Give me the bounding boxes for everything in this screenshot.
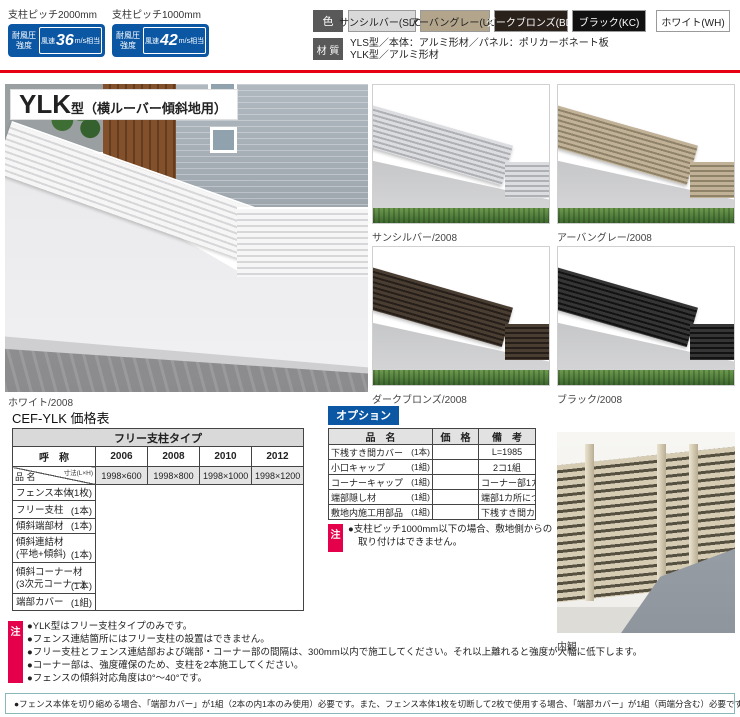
note-line: ●YLK型はフリー支柱タイプのみです。 (27, 620, 642, 633)
code-cell: 2006 (96, 447, 148, 467)
wind-pressure-badge: 耐風圧 強度 風速 42 m/s相当 (112, 24, 209, 57)
options-note: ●支柱ピッチ1000mm以下の場合、敷地側からの 取り付けはできません。 (348, 523, 552, 549)
grass (558, 208, 734, 223)
code-cell: 2008 (148, 447, 200, 467)
strength-label: 耐風圧 強度 (116, 27, 140, 54)
fence-level-section (505, 162, 549, 198)
price-table-title: CEF-YLK 価格表 (12, 408, 110, 427)
price-grid-empty (96, 485, 304, 611)
option-note: 下桟すき間カバー1本につき1組必要 (479, 505, 536, 520)
option-row: コーナーキャップ(1組) コーナー部1カ所につき1組必要 (329, 475, 536, 490)
option-price (433, 505, 479, 520)
item-row: フェンス本体 (1枚) (13, 485, 96, 501)
dim-cell: 1998×600 (96, 467, 148, 485)
material-text: YLS型／本体：アルミ形材／パネル：ポリカーボネート板 YLK型／アルミ形材 (350, 38, 609, 62)
fence-level-section (237, 207, 368, 277)
fence-photo-black (557, 246, 735, 386)
grass (373, 370, 549, 385)
footer-note-text: ●フェンス本体を切り縮める場合、「端部カバー」が1組（2本の内1本のみ使用）必要… (14, 698, 740, 710)
note-line: ●フェンスの傾斜対応角度は0°〜40°です。 (27, 672, 642, 685)
red-divider (0, 70, 740, 73)
option-row: 端部隠し材(1組) 端部1カ所につき1組必要 (329, 490, 536, 505)
color-swatch-sunsilver: サンシルバー(SLC) (348, 10, 416, 32)
item-row: 端部カバー (1組) (13, 594, 96, 611)
fence-post (585, 444, 594, 601)
option-price (433, 445, 479, 460)
product-code: YLK (19, 91, 71, 117)
pitch-label: 支柱ピッチ1000mm (112, 6, 209, 21)
option-row: 下桟すき間カバー(1本) L=1985 (329, 445, 536, 460)
note-marker: 注 (328, 524, 343, 552)
option-note: 端部1カ所につき1組必要 (479, 490, 536, 505)
photo-caption: ホワイト/2008 (8, 394, 73, 409)
grass (373, 208, 549, 223)
option-note: コーナー部1カ所につき1組必要 (479, 475, 536, 490)
call-header-cell: 呼 称 (13, 447, 96, 467)
grass (558, 370, 734, 385)
option-price (433, 475, 479, 490)
options-header-note: 備 考 (479, 429, 536, 445)
wind-speed-box: 風速 42 m/s相当 (143, 27, 206, 54)
options-label: オプション (328, 406, 399, 425)
note-line: ●コーナー部は、強度確保のため、支柱を2本施工してください。 (27, 659, 642, 672)
wind-badge-2000: 支柱ピッチ2000mm 耐風圧 強度 風速 36 m/s相当 (8, 6, 105, 57)
code-cell: 2012 (252, 447, 304, 467)
color-swatch-black: ブラック(KC) (572, 10, 646, 32)
strength-label: 耐風圧 強度 (12, 27, 36, 54)
options-header-name: 品 名 (329, 429, 433, 445)
dim-cell: 1998×1000 (200, 467, 252, 485)
usage-notes: ●YLK型はフリー支柱タイプのみです。 ●フェンス連結箇所にはフリー支柱の設置は… (27, 620, 642, 685)
product-title: YLK 型（横ルーバー傾斜地用） (11, 90, 237, 119)
photo-caption: ダークブロンズ/2008 (372, 391, 467, 406)
color-swatch-darkbronze: ダークブロンズ(BD) (494, 10, 568, 32)
footer-note-box: ●フェンス本体を切り縮める場合、「端部カバー」が1組（2本の内1本のみ使用）必要… (5, 693, 735, 714)
wind-speed-value: 42 (160, 33, 178, 49)
option-note: L=1985 (479, 445, 536, 460)
item-row: 傾斜端部材 (1本) (13, 519, 96, 534)
photo-caption: サンシルバー/2008 (372, 229, 457, 244)
option-note: 2コ1組 (479, 460, 536, 475)
photo-caption: ブラック/2008 (557, 391, 622, 406)
wind-speed-value: 36 (56, 33, 74, 49)
item-row: フリー支柱 (1本) (13, 501, 96, 519)
wind-badge-1000: 支柱ピッチ1000mm 耐風圧 強度 風速 42 m/s相当 (112, 6, 209, 57)
fence-photo-sunsilver (372, 84, 550, 224)
note-line: ●フリー支柱とフェンス連結部および端部・コーナー部の間隔は、300mm以内で施工… (27, 646, 642, 659)
catalog-page: 支柱ピッチ2000mm 耐風圧 強度 風速 36 m/s相当 支柱ピッチ1000… (0, 0, 740, 717)
material-row-label: 材 質 (313, 38, 343, 60)
note-marker: 注 (8, 621, 23, 683)
dim-cell: 1998×800 (148, 467, 200, 485)
options-table: 品 名 価 格 備 考 下桟すき間カバー(1本) L=1985 小口キャップ(1… (328, 428, 536, 520)
options-header-price: 価 格 (433, 429, 479, 445)
note-line: ●フェンス連結箇所にはフリー支柱の設置はできません。 (27, 633, 642, 646)
color-swatch-urbangray: アーバングレー(UC) (420, 10, 490, 32)
name-dim-diagonal-cell: 寸法(L×H) 品 名 (13, 467, 96, 485)
main-fence-photo: YLK 型（横ルーバー傾斜地用） (5, 84, 368, 392)
dim-cell: 1998×1200 (252, 467, 304, 485)
option-row: 小口キャップ(1組) 2コ1組 (329, 460, 536, 475)
fence-level-section (690, 324, 734, 360)
fence-level-section (505, 324, 549, 360)
fence-photo-darkbronze (372, 246, 550, 386)
item-row: 傾斜コーナー材 (3次元コーナー) (1本) (13, 563, 96, 594)
code-cell: 2010 (200, 447, 252, 467)
fence-level-section (690, 162, 734, 198)
price-table-type-header: フリー支柱タイプ (13, 429, 304, 447)
window (210, 127, 237, 153)
option-price (433, 460, 479, 475)
option-price (433, 490, 479, 505)
pitch-label: 支柱ピッチ2000mm (8, 6, 105, 21)
wind-speed-box: 風速 36 m/s相当 (39, 27, 102, 54)
item-row: 傾斜連結材 (平地+傾斜) (1本) (13, 534, 96, 563)
photo-caption: アーバングレー/2008 (557, 229, 652, 244)
price-table: フリー支柱タイプ 呼 称 2006 2008 2010 2012 寸法(L×H)… (12, 428, 304, 611)
option-row: 敷地内施工用部品(1組) 下桟すき間カバー1本につき1組必要 (329, 505, 536, 520)
color-swatch-white: ホワイト(WH) (656, 10, 730, 32)
interior-view-photo (557, 432, 735, 633)
fence-photo-urbangray (557, 84, 735, 224)
wind-pressure-badge: 耐風圧 強度 風速 36 m/s相当 (8, 24, 105, 57)
